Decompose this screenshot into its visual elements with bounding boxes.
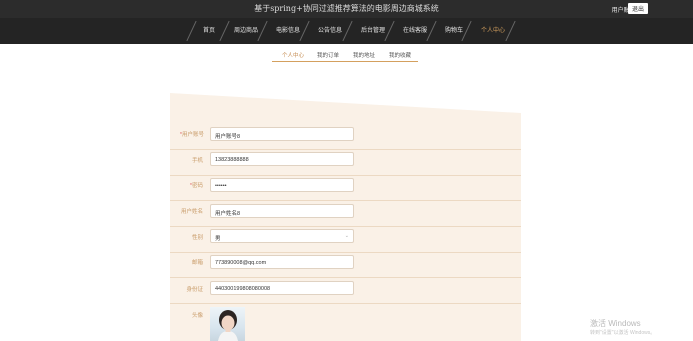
name-field[interactable]: 用户姓名8 (210, 204, 354, 218)
idcard-field[interactable]: 440300199808080008 (210, 281, 354, 295)
nav-item-notices[interactable]: 公告信息 (318, 25, 342, 34)
logout-button[interactable]: 退出 (628, 3, 648, 14)
row-divider (170, 149, 521, 150)
idcard-label: 身份证 (186, 287, 203, 293)
nav-separator (505, 20, 516, 42)
chevron-down-icon: ⌄ (344, 233, 349, 239)
phone-field[interactable]: 13823888888 (210, 152, 354, 166)
subtab-orders[interactable]: 我的订单 (317, 51, 339, 59)
nav-separator (299, 20, 310, 42)
nav-item-movies[interactable]: 电影信息 (276, 25, 300, 34)
nav-separator (384, 20, 395, 42)
account-label: *用户账号 (179, 132, 204, 138)
nav-separator (186, 20, 197, 42)
subtab-addresses[interactable]: 我的地址 (353, 51, 375, 59)
subtab-underline (272, 61, 418, 62)
nav-item-cart[interactable]: 购物车 (445, 25, 463, 34)
gender-value: 男 (215, 236, 221, 242)
avatar-label: 头像 (191, 313, 203, 319)
email-label: 邮箱 (191, 260, 203, 266)
nav-separator (342, 20, 353, 42)
avatar-portrait-icon (218, 310, 238, 341)
nav-item-profile[interactable]: 个人中心 (481, 25, 505, 34)
email-field[interactable]: 773890008@qq.com (210, 255, 354, 269)
row-divider (170, 277, 521, 278)
row-divider (170, 303, 521, 304)
password-field[interactable]: •••••• (210, 178, 354, 192)
site-title: 基于spring+协同过滤推荐算法的电影周边商城系统 (254, 4, 439, 13)
nav-separator (426, 20, 437, 42)
row-divider (170, 226, 521, 227)
nav-item-support[interactable]: 在线客服 (403, 25, 427, 34)
nav-separator (219, 20, 230, 42)
subtab-profile[interactable]: 个人中心 (282, 51, 304, 59)
nav-item-admin[interactable]: 后台管理 (361, 25, 385, 34)
account-field[interactable]: 用户账号8 (210, 127, 354, 141)
avatar-image[interactable] (210, 307, 245, 341)
nav-item-products[interactable]: 周边商品 (234, 25, 258, 34)
row-divider (170, 200, 521, 201)
windows-activation-watermark: 激活 Windows (590, 319, 641, 328)
row-divider (170, 175, 521, 176)
nav-separator (257, 20, 268, 42)
gender-select[interactable]: 男 ⌄ (210, 229, 354, 243)
password-label: *密码 (189, 183, 203, 189)
top-header-bar: 基于spring+协同过滤推荐算法的电影周边商城系统 用户账号8 退出 (0, 0, 693, 18)
subtab-favorites[interactable]: 我的收藏 (389, 51, 411, 59)
name-label: 用户姓名 (180, 209, 203, 215)
windows-activation-hint: 转到"设置"以激活 Windows。 (590, 330, 656, 336)
row-divider (170, 252, 521, 253)
gender-label: 性别 (191, 235, 203, 241)
nav-item-home[interactable]: 首页 (203, 25, 215, 34)
phone-label: 手机 (191, 158, 203, 164)
panel-top-slant (170, 93, 521, 113)
main-nav: 首页 周边商品 电影信息 公告信息 后台管理 在线客服 购物车 个人中心 (0, 18, 693, 44)
